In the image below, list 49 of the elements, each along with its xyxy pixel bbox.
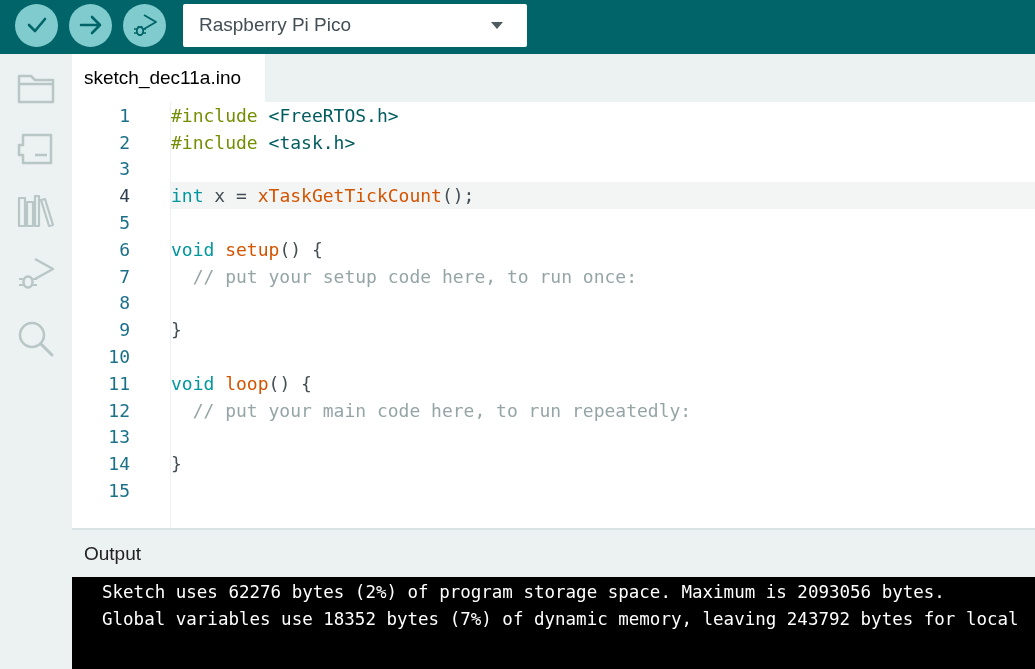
header-name: <FreeRTOS.h> [267, 104, 399, 126]
code-text: () { [268, 372, 312, 394]
line-number: 6 [118, 238, 130, 260]
debug-button[interactable] [123, 3, 166, 47]
library-icon[interactable] [17, 194, 55, 228]
include-directive: #include [171, 131, 258, 153]
caret-icon [491, 21, 503, 29]
line-number: 2 [118, 131, 130, 153]
function-name: xTaskGetTickCount [257, 185, 442, 207]
code-text: } [171, 453, 182, 475]
line-number: 10 [107, 346, 130, 368]
header-name: <task.h> [267, 131, 356, 153]
line-number: 15 [107, 480, 130, 502]
function-name: setup [225, 238, 280, 260]
arrow-right-icon [78, 14, 103, 36]
output-line: Sketch uses 62276 bytes (2%) of program storage space. Maximum is 2093056 bytes. [102, 581, 946, 604]
line-number: 4 [118, 185, 130, 207]
board-icon[interactable] [17, 133, 55, 165]
line-number: 9 [118, 319, 130, 341]
code-keyword: int [171, 185, 204, 207]
code-text: () { [279, 238, 323, 260]
function-name: loop [225, 372, 269, 394]
line-number: 14 [107, 453, 130, 475]
code-keyword: void [171, 372, 216, 394]
include-directive: #include [171, 104, 258, 126]
line-number: 5 [118, 212, 130, 234]
code-text: x = [213, 185, 248, 207]
verify-button[interactable] [15, 3, 58, 47]
folder-icon[interactable] [17, 72, 55, 104]
line-number: 1 [118, 104, 130, 126]
code-comment: // put your main code here, to run repeatedly: [191, 399, 692, 421]
line-number: 12 [107, 399, 130, 421]
bug-play-icon [131, 12, 158, 38]
line-number: 8 [118, 292, 130, 314]
search-icon[interactable] [17, 320, 55, 358]
code-keyword: void [171, 238, 216, 260]
output-title: Output [84, 542, 142, 565]
code-text: } [171, 319, 182, 341]
line-number: 3 [118, 158, 130, 180]
board-selector[interactable]: Raspberry Pi Pico [183, 3, 527, 47]
bug-play-icon[interactable] [17, 257, 55, 291]
upload-button[interactable] [69, 3, 112, 47]
line-number: 7 [118, 265, 130, 287]
line-number: 13 [107, 426, 130, 448]
line-number: 11 [107, 372, 130, 394]
code-comment: // put your setup code here, to run once: [191, 265, 637, 287]
output-line: Global variables use 18352 bytes (7%) of dynamic memory, leaving 243792 bytes for local [102, 608, 1020, 631]
code-text: (); [441, 185, 475, 207]
file-tab[interactable]: sketch_dec11a.ino [72, 54, 265, 102]
